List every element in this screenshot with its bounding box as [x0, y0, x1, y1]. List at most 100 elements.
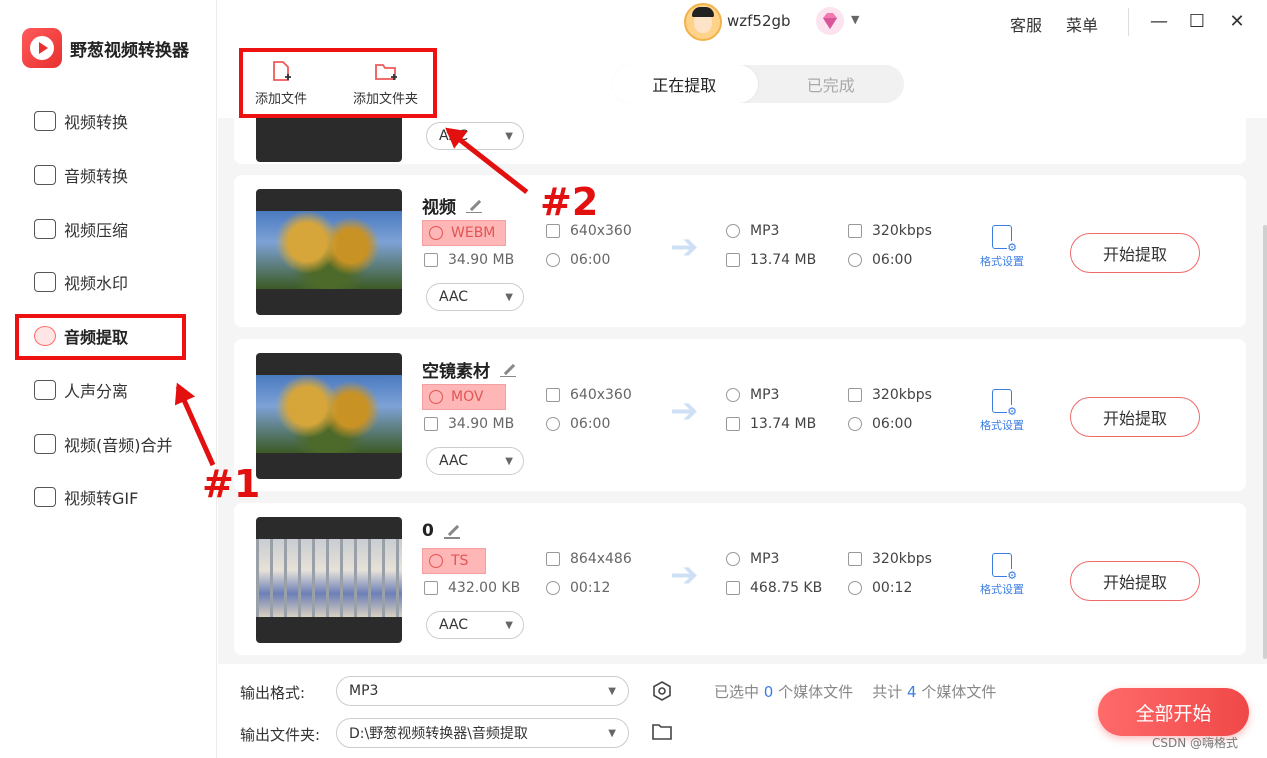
format-settings-button[interactable]: 格式设置 [980, 225, 1024, 269]
output-duration: 00:12 [848, 580, 912, 596]
tab-extracting[interactable]: 正在提取 [611, 65, 758, 103]
avatar[interactable] [684, 3, 722, 41]
video-thumbnail [256, 189, 402, 315]
start-extract-button[interactable]: 开始提取 [1070, 397, 1200, 437]
edit-icon[interactable] [500, 362, 516, 378]
output-bitrate: 320kbps [848, 223, 932, 239]
format-settings-button[interactable]: 格式设置 [980, 389, 1024, 433]
folder-icon[interactable] [652, 723, 672, 741]
chevron-down-icon[interactable]: ▼ [851, 13, 859, 26]
source-format: TS [451, 553, 469, 569]
format-settings-label: 格式设置 [980, 583, 1024, 596]
sidebar-item-label: 视频(音频)合并 [64, 436, 173, 455]
output-size-value: 13.74 MB [750, 416, 817, 432]
format-settings-icon [992, 225, 1017, 254]
voice-separate-icon [34, 380, 56, 400]
start-extract-button[interactable]: 开始提取 [1070, 233, 1200, 273]
duration: 00:12 [546, 580, 610, 596]
output-duration-value: 00:12 [872, 580, 913, 596]
format-icon [726, 388, 740, 402]
sidebar-item-watermark[interactable]: 视频水印 [34, 268, 128, 296]
bitrate-icon [848, 224, 862, 238]
sidebar-item-voice-separate[interactable]: 人声分离 [34, 376, 128, 404]
chevron-down-icon: ▼ [608, 727, 616, 739]
edit-icon[interactable] [466, 198, 482, 214]
output-format-select[interactable]: MP3 ▼ [336, 676, 629, 706]
sidebar-item-merge[interactable]: 视频(音频)合并 [34, 430, 173, 458]
output-folder-select[interactable]: D:\野葱视频转换器\音频提取 ▼ [336, 718, 629, 748]
clock-icon [848, 253, 862, 267]
sidebar-item-video-compress[interactable]: 视频压缩 [34, 215, 128, 243]
clock-icon [546, 581, 560, 595]
merge-icon [34, 434, 56, 454]
clock-icon [546, 417, 560, 431]
chevron-down-icon: ▼ [505, 455, 513, 467]
settings-icon[interactable] [652, 681, 672, 701]
vip-gem-icon[interactable] [815, 6, 845, 36]
output-bitrate: 320kbps [848, 551, 932, 567]
output-format: MP3 [726, 223, 779, 239]
start-extract-button[interactable]: 开始提取 [1070, 561, 1200, 601]
resolution-icon [546, 388, 560, 402]
video-thumbnail [256, 517, 402, 643]
brand: 野葱视频转换器 [22, 28, 189, 68]
selected-count: 0 [763, 683, 774, 701]
output-format: MP3 [726, 551, 779, 567]
format-icon [429, 390, 443, 404]
selected-suffix: 个媒体文件 [778, 683, 854, 701]
scrollbar[interactable] [1263, 225, 1267, 659]
output-format-value: MP3 [750, 551, 780, 567]
arrow-right-icon: ➔ [670, 555, 699, 595]
minimize-icon[interactable]: — [1146, 8, 1172, 34]
maximize-icon[interactable]: ☐ [1184, 8, 1210, 34]
source-format-badge: MOV [422, 384, 506, 410]
file-size: 432.00 KB [424, 580, 520, 596]
close-icon[interactable]: ✕ [1224, 8, 1250, 34]
format-settings-label: 格式设置 [980, 419, 1024, 432]
output-bitrate: 320kbps [848, 387, 932, 403]
selected-prefix: 已选中 [714, 683, 760, 701]
output-bitrate-value: 320kbps [872, 223, 932, 239]
app-logo-icon [22, 28, 62, 68]
video-convert-icon [34, 111, 56, 131]
bitrate-icon [848, 388, 862, 402]
username[interactable]: wzf52gb [727, 12, 791, 30]
start-all-button[interactable]: 全部开始 [1098, 688, 1249, 736]
audio-codec-select[interactable]: AAC ▼ [426, 611, 524, 639]
sidebar-item-audio-convert[interactable]: 音频转换 [34, 161, 128, 189]
tab-done[interactable]: 已完成 [758, 65, 905, 103]
menu-link[interactable]: 菜单 [1066, 12, 1098, 36]
format-settings-button[interactable]: 格式设置 [980, 553, 1024, 597]
format-icon [726, 224, 740, 238]
arrow-right-icon: ➔ [670, 391, 699, 431]
file-size: 34.90 MB [424, 252, 514, 268]
sidebar-item-label: 音频转换 [64, 167, 129, 186]
sidebar-item-video-convert[interactable]: 视频转换 [34, 107, 128, 135]
watermark: CSDN @嗨格式 [1152, 736, 1239, 750]
resolution-value: 864x486 [570, 551, 632, 567]
bitrate-icon [848, 552, 862, 566]
duration-value: 06:00 [570, 252, 611, 268]
resolution: 864x486 [546, 551, 632, 567]
annotation-mark-2: #2 [540, 180, 599, 224]
watermark-icon [34, 272, 56, 292]
resolution-icon [546, 224, 560, 238]
file-size-value: 34.90 MB [448, 252, 515, 268]
customer-service-link[interactable]: 客服 [1010, 12, 1042, 36]
duration-value: 06:00 [570, 416, 611, 432]
audio-codec-select[interactable]: AAC ▼ [426, 283, 524, 311]
source-format: WEBM [451, 225, 496, 241]
app-name: 野葱视频转换器 [70, 40, 189, 61]
edit-icon[interactable] [443, 523, 460, 539]
file-size-value: 34.90 MB [448, 416, 515, 432]
video-thumbnail [256, 118, 402, 162]
header-divider [1128, 8, 1129, 36]
audio-codec-select[interactable]: AAC ▼ [426, 447, 524, 475]
selection-stats: 已选中 0 个媒体文件 共计 4 个媒体文件 [714, 681, 996, 702]
file-icon [726, 581, 740, 595]
list-item: 视频 WEBM 640x360 34.90 MB 06:00 AAC ▼ ➔ M… [234, 175, 1246, 327]
output-size: 13.74 MB [726, 252, 816, 268]
list-item: 0 TS 864x486 432.00 KB 00:12 AAC ▼ ➔ MP3 [234, 503, 1246, 655]
sidebar-item-gif[interactable]: 视频转GIF [34, 483, 138, 511]
file-icon [424, 253, 438, 267]
